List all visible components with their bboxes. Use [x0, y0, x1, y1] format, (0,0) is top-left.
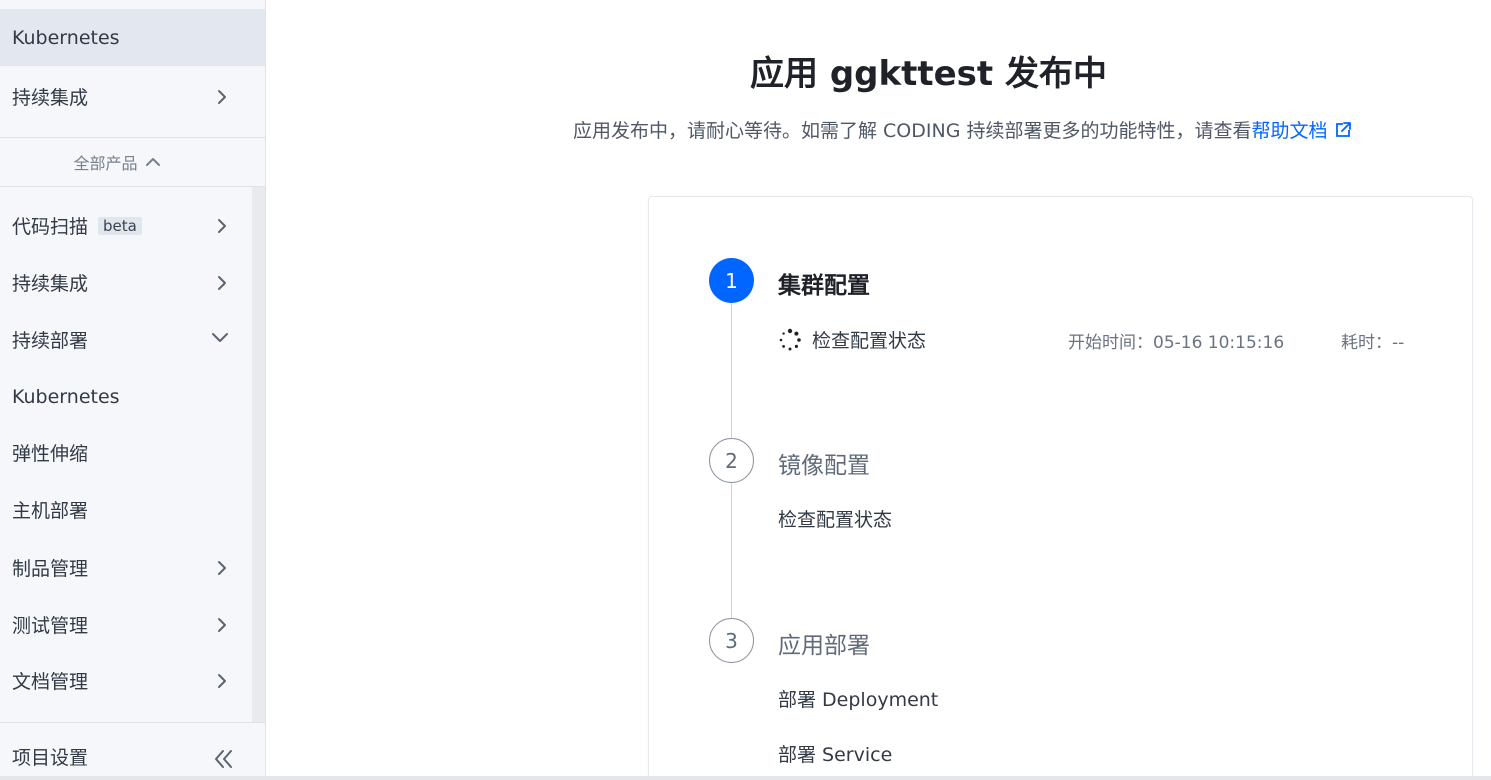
sidebar-item-artifact-management[interactable]: 制品管理: [0, 539, 252, 596]
sidebar-item-kubernetes[interactable]: Kubernetes: [0, 368, 252, 425]
sidebar-item-kubernetes-top[interactable]: Kubernetes: [0, 9, 265, 66]
sidebar-item-continuous-deployment[interactable]: 持续部署: [0, 311, 252, 368]
release-progress-card: [648, 196, 1473, 780]
sidebar-item-test-management[interactable]: 测试管理: [0, 596, 252, 653]
task-label: 检查配置状态: [812, 330, 927, 352]
step-2-task: 检查配置状态: [778, 509, 893, 531]
help-docs-link[interactable]: 帮助文档: [1251, 120, 1327, 142]
sidebar-divider: [0, 722, 265, 723]
sidebar-item-doc-management[interactable]: 文档管理: [0, 652, 252, 709]
sidebar-scrollbar[interactable]: [252, 187, 265, 722]
sidebar-item-label: 主机部署: [12, 500, 89, 522]
step-3-task: 部署 Service: [778, 744, 893, 766]
all-products-label: 全部产品: [73, 154, 138, 173]
step-connector: [731, 303, 732, 438]
chevron-right-icon: [212, 273, 232, 293]
sidebar-item-continuous-integration-top[interactable]: 持续集成: [0, 68, 265, 125]
sidebar-item-autoscaling[interactable]: 弹性伸缩: [0, 424, 252, 481]
step-3-task: 部署 Deployment: [778, 689, 939, 711]
sidebar-item-label: Kubernetes: [12, 385, 120, 408]
chevron-right-icon: [212, 216, 232, 236]
external-link-icon[interactable]: [1334, 121, 1352, 139]
sidebar-item-label: 项目设置: [12, 746, 89, 769]
page-title: 应用 ggkttest 发布中: [749, 54, 1108, 94]
sidebar-item-label: 持续集成: [12, 87, 89, 109]
window-bottom-edge: [0, 776, 1491, 780]
sidebar-item-label: 文档管理: [12, 671, 89, 693]
sidebar-item-code-scan[interactable]: 代码扫描 beta: [0, 197, 252, 254]
chevron-right-icon: [212, 558, 232, 578]
sidebar-item-continuous-integration[interactable]: 持续集成: [0, 254, 252, 311]
sidebar-divider: [0, 186, 265, 187]
chevron-up-icon: [144, 153, 162, 171]
spinner-icon: [778, 328, 802, 352]
sidebar-item-label: Kubernetes: [12, 26, 120, 49]
step-1-title: 集群配置: [778, 273, 870, 299]
beta-badge: beta: [98, 216, 142, 235]
sidebar-item-label: 持续部署: [12, 330, 89, 352]
task-duration: 耗时：--: [1341, 333, 1405, 353]
step-1-task: 检查配置状态: [778, 326, 926, 353]
sidebar: Kubernetes 持续集成 全部产品 代码扫描 beta 持续集成 持续部署: [0, 0, 266, 778]
sidebar-item-label: 弹性伸缩: [12, 443, 89, 465]
subtitle-text: 应用发布中，请耐心等待。如需了解 CODING 持续部署更多的功能特性，请查看: [573, 120, 1252, 142]
sidebar-item-label: 持续集成: [12, 273, 89, 295]
step-3-title: 应用部署: [778, 633, 870, 659]
chevron-right-icon: [212, 87, 232, 107]
task-start-time: 开始时间：05-16 10:15:16: [1068, 333, 1285, 353]
chevron-right-icon: [212, 671, 232, 691]
sidebar-item-label: 测试管理: [12, 615, 89, 637]
chevron-down-icon: [210, 327, 230, 347]
sidebar-item-host-deployment[interactable]: 主机部署: [0, 481, 252, 538]
double-chevron-left-icon[interactable]: [212, 748, 236, 770]
step-connector: [731, 483, 732, 618]
page-subtitle: 应用发布中，请耐心等待。如需了解 CODING 持续部署更多的功能特性，请查看帮…: [573, 116, 1352, 143]
chevron-right-icon: [212, 615, 232, 635]
step-2-title: 镜像配置: [778, 453, 870, 479]
sidebar-item-label: 制品管理: [12, 558, 89, 580]
step-3-indicator: 3: [709, 618, 754, 663]
all-products-toggle[interactable]: 全部产品: [0, 138, 265, 186]
step-2-indicator: 2: [709, 438, 754, 483]
sidebar-item-label: 代码扫描: [12, 216, 89, 238]
step-1-indicator: 1: [709, 258, 754, 303]
